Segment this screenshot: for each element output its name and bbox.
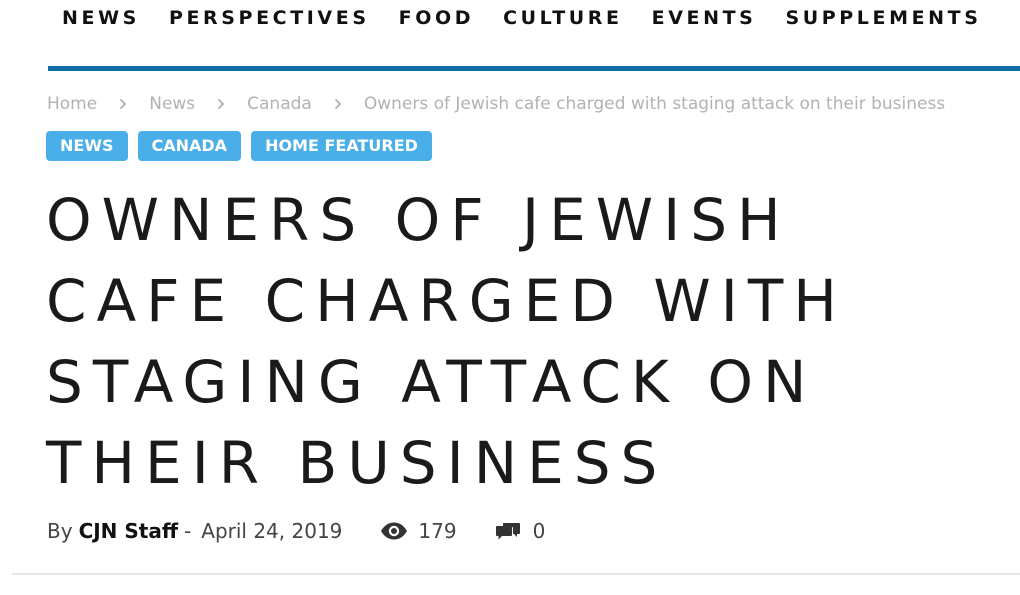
publish-date: April 24, 2019 — [201, 519, 343, 543]
nav-item-perspectives[interactable]: PERSPECTIVES — [169, 6, 370, 30]
top-navigation: NEWS PERSPECTIVES FOOD CULTURE EVENTS SU… — [0, 0, 1020, 36]
breadcrumb: Home News Canada Owners of Jewish cafe c… — [47, 92, 945, 116]
nav-item-news[interactable]: NEWS — [62, 6, 140, 30]
eye-icon — [380, 522, 408, 540]
tag-canada[interactable]: CANADA — [137, 131, 242, 161]
breadcrumb-home[interactable]: Home — [47, 92, 97, 116]
chevron-right-icon — [97, 92, 149, 116]
nav-item-food[interactable]: FOOD — [399, 6, 474, 30]
meta-divider — [12, 573, 1020, 575]
comments-icon[interactable] — [495, 521, 521, 541]
category-tags: NEWS CANADA HOME FEATURED — [46, 131, 432, 161]
chevron-right-icon — [195, 92, 247, 116]
main-menu: NEWS PERSPECTIVES FOOD CULTURE EVENTS SU… — [62, 6, 982, 30]
breadcrumb-news[interactable]: News — [149, 92, 195, 116]
author-prefix: By — [47, 519, 73, 543]
nav-divider — [48, 66, 1020, 71]
comment-count[interactable]: 0 — [533, 517, 546, 545]
breadcrumb-current-article: Owners of Jewish cafe charged with stagi… — [363, 94, 946, 114]
article-meta: By CJN Staff - April 24, 2019 179 0 — [47, 517, 545, 545]
breadcrumb-canada[interactable]: Canada — [247, 92, 312, 116]
date-separator: - — [184, 519, 192, 543]
view-count: 179 — [418, 519, 457, 543]
author-link[interactable]: CJN Staff — [79, 517, 178, 545]
nav-item-supplements[interactable]: SUPPLEMENTS — [785, 6, 981, 30]
nav-item-events[interactable]: EVENTS — [652, 6, 757, 30]
article-title: Owners of Jewish cafe charged with stagi… — [46, 186, 847, 497]
tag-home-featured[interactable]: HOME FEATURED — [251, 131, 432, 161]
nav-item-culture[interactable]: CULTURE — [503, 6, 623, 30]
chevron-right-icon — [312, 92, 364, 116]
tag-news[interactable]: NEWS — [46, 131, 128, 161]
